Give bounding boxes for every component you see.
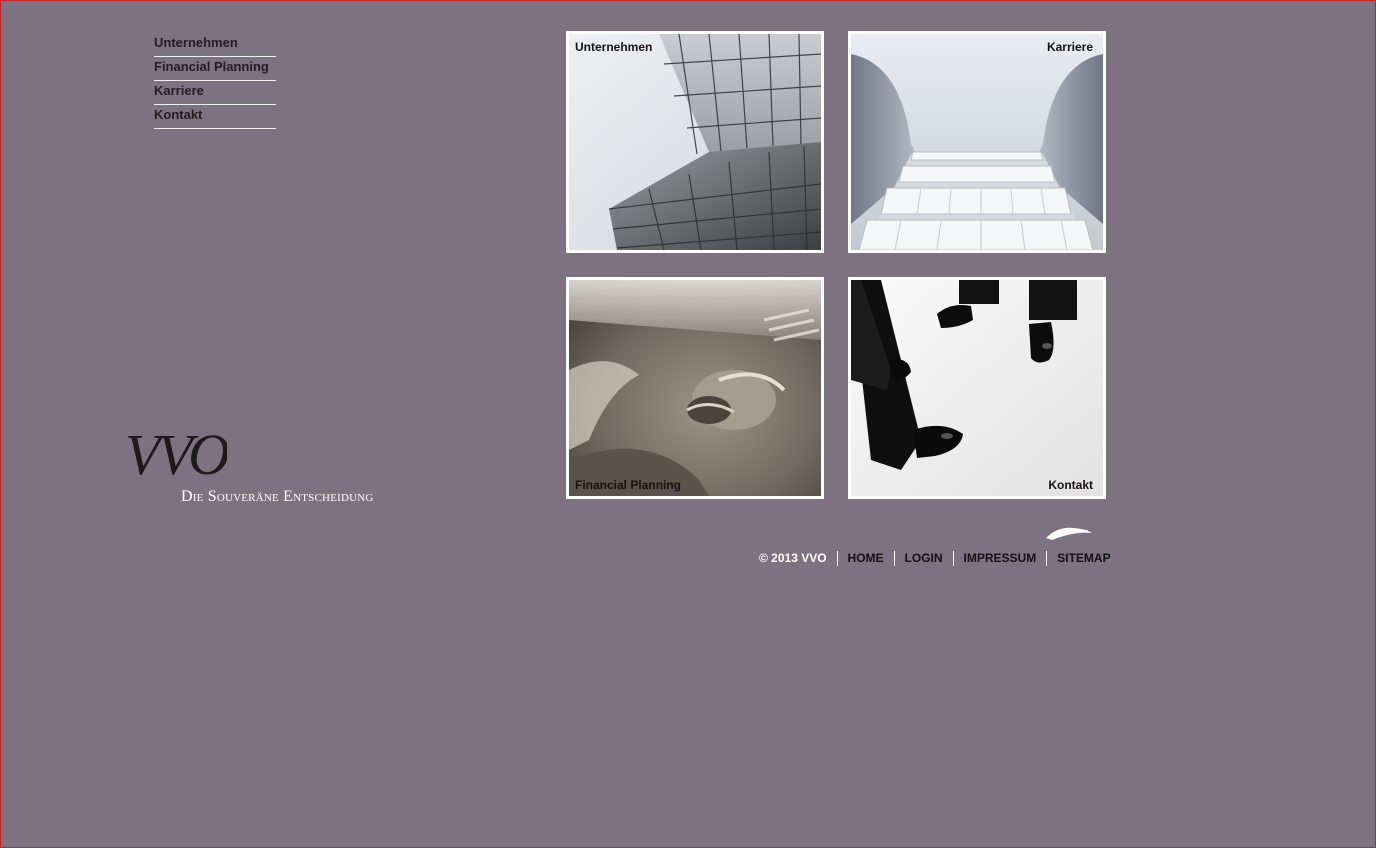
nav-link-karriere[interactable]: Karriere	[154, 82, 276, 99]
vvo-logo[interactable]: VVO Die Souveräne Entscheidung	[125, 432, 373, 505]
footer-link-login[interactable]: LOGIN	[895, 551, 954, 566]
nav-item-financial-planning: Financial Planning	[154, 58, 276, 81]
escalator-icon	[851, 34, 1103, 250]
tile-label: Karriere	[1046, 40, 1093, 54]
tile-label: Financial Planning	[575, 478, 682, 492]
main-navigation: Unternehmen Financial Planning Karriere …	[154, 34, 276, 130]
logo-tagline: Die Souveräne Entscheidung	[181, 488, 374, 505]
tile-financial-planning[interactable]: Financial Planning	[566, 277, 824, 499]
nav-link-financial-planning[interactable]: Financial Planning	[154, 58, 276, 75]
tile-kontakt[interactable]: Kontakt	[848, 277, 1106, 499]
footer-link-home[interactable]: HOME	[838, 551, 895, 566]
nav-item-unternehmen: Unternehmen	[154, 34, 276, 57]
footer: © 2013 VVO HOME LOGIN IMPRESSUM SITEMAP	[759, 551, 1111, 566]
coin-closeup-icon	[569, 280, 821, 496]
glass-skyscraper-icon	[569, 34, 821, 250]
nav-item-karriere: Karriere	[154, 82, 276, 105]
footer-copyright: © 2013 VVO	[759, 551, 838, 566]
footer-link-impressum[interactable]: IMPRESSUM	[954, 551, 1048, 566]
tile-unternehmen[interactable]: Unternehmen	[566, 31, 824, 253]
footer-link-sitemap[interactable]: SITEMAP	[1047, 551, 1110, 566]
nav-link-unternehmen[interactable]: Unternehmen	[154, 34, 276, 51]
logo-mark: VVO	[125, 432, 228, 476]
nav-link-kontakt[interactable]: Kontakt	[154, 106, 276, 123]
nav-item-kontakt: Kontakt	[154, 106, 276, 129]
tile-karriere[interactable]: Karriere	[848, 31, 1106, 253]
business-shoes-icon	[851, 280, 1103, 496]
brush-stroke-icon	[1046, 527, 1092, 540]
tile-label: Unternehmen	[575, 40, 653, 54]
tile-label: Kontakt	[1048, 478, 1093, 492]
